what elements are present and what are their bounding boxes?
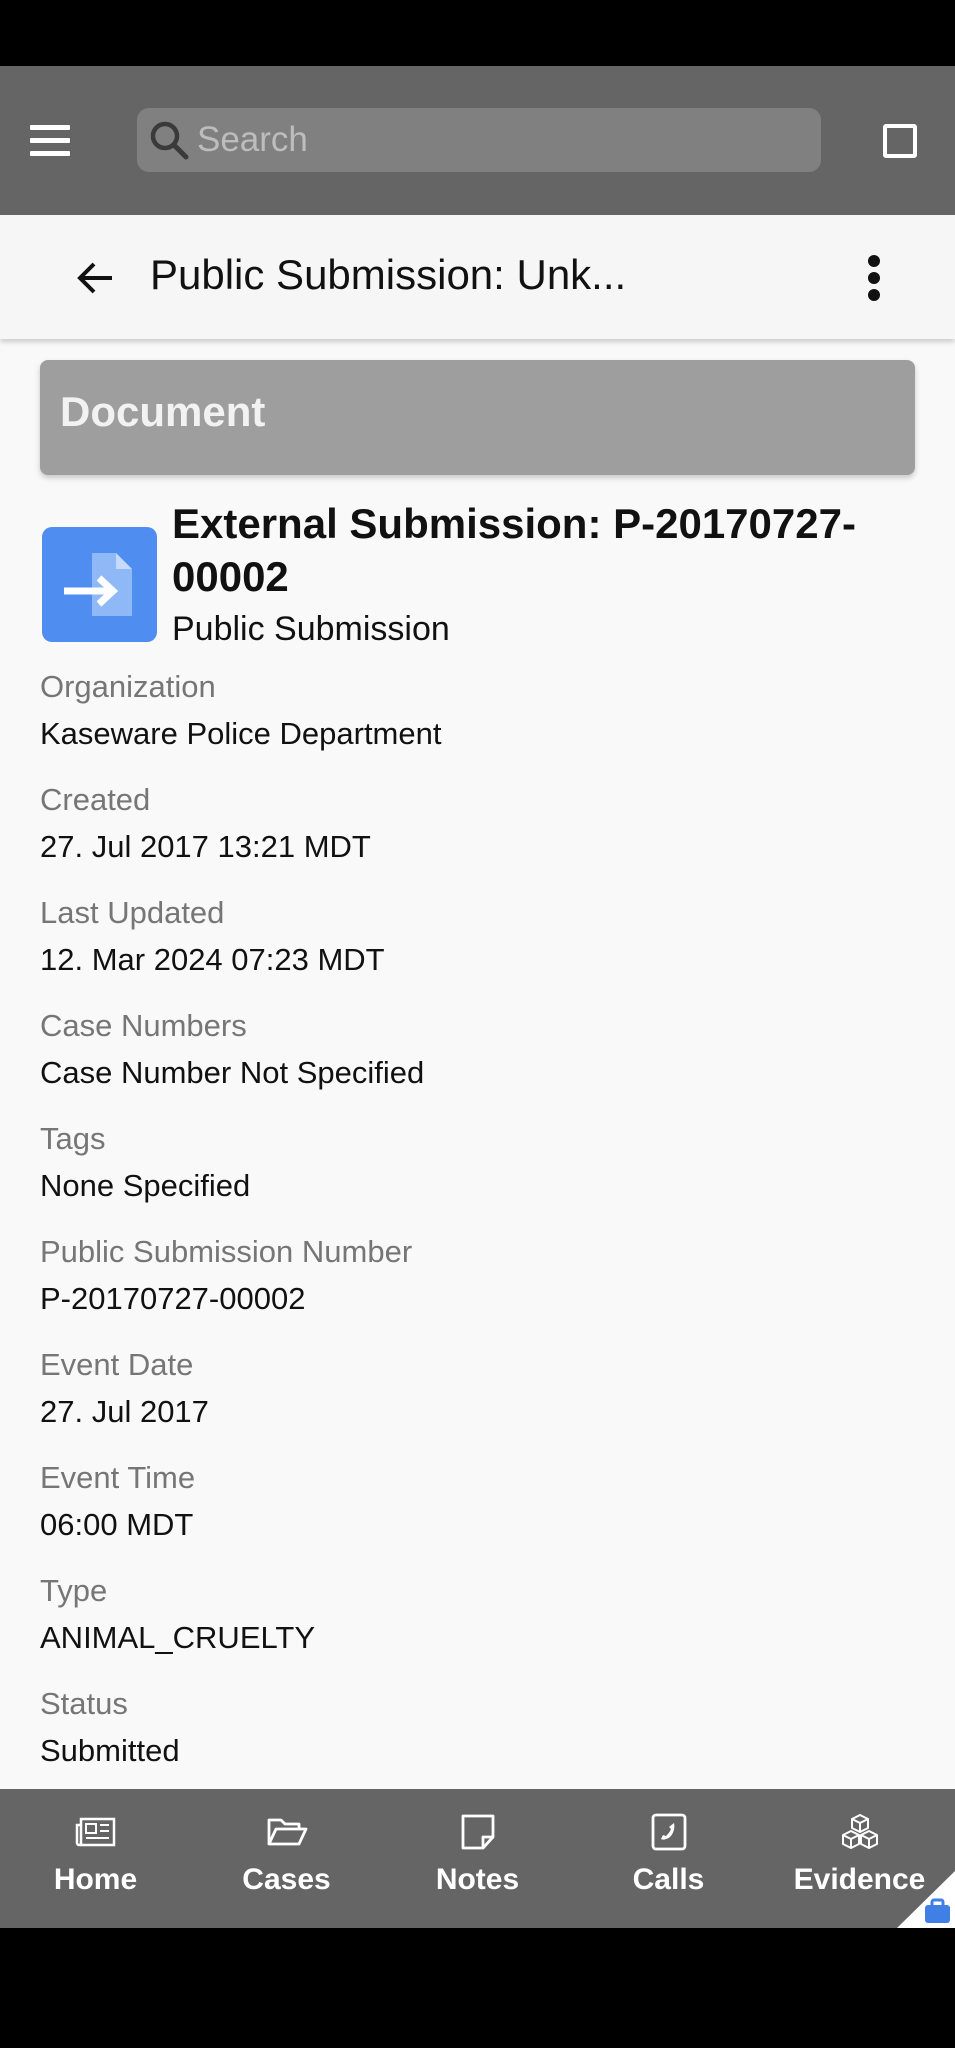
search-icon	[150, 121, 189, 160]
field-label-status: Status	[40, 1686, 128, 1721]
nav-calls-label: Calls	[632, 1863, 705, 1896]
section-header: Document	[40, 360, 915, 475]
system-navigation-bar	[0, 1928, 955, 2048]
field-label-organization: Organization	[40, 669, 216, 704]
field-label-type: Type	[40, 1573, 108, 1608]
search-input[interactable]	[197, 108, 797, 172]
menu-button[interactable]	[26, 118, 74, 162]
section-header-label: Document	[60, 388, 266, 435]
field-value-public-submission-number: P-20170727-00002	[40, 1281, 306, 1316]
briefcase-corner-icon[interactable]	[897, 1871, 955, 1928]
document-subtype: Public Submission	[172, 610, 450, 648]
field-label-event-time: Event Time	[40, 1460, 196, 1495]
cubes-icon	[842, 1814, 878, 1849]
field-label-case-numbers: Case Numbers	[40, 1008, 247, 1043]
window-square-button[interactable]	[883, 124, 917, 158]
field-value-event-date: 27. Jul 2017	[40, 1394, 209, 1429]
field-value-type: ANIMAL_CRUELTY	[40, 1620, 316, 1655]
document-arrow-icon	[42, 527, 157, 642]
nav-calls[interactable]: Calls	[573, 1789, 764, 1928]
field-value-status: Submitted	[40, 1733, 180, 1768]
document-heading: External Submission: P-20170727-00002	[172, 500, 856, 600]
page-title: Public Submission: Unk...	[150, 251, 627, 298]
field-value-case-numbers: Case Number Not Specified	[40, 1055, 425, 1090]
status-bar	[0, 0, 955, 66]
field-label-created: Created	[40, 782, 151, 817]
field-label-event-date: Event Date	[40, 1347, 194, 1382]
field-value-organization: Kaseware Police Department	[40, 716, 442, 751]
nav-home[interactable]: Home	[0, 1789, 191, 1928]
nav-notes[interactable]: Notes	[382, 1789, 573, 1928]
nav-notes-label: Notes	[435, 1863, 520, 1896]
back-arrow-icon[interactable]	[70, 253, 120, 303]
newspaper-icon	[75, 1817, 116, 1847]
field-value-created: 27. Jul 2017 13:21 MDT	[40, 829, 371, 864]
more-options-icon[interactable]	[858, 253, 890, 303]
note-icon	[461, 1814, 495, 1850]
folder-open-icon	[267, 1818, 308, 1846]
bottom-navigation: Home Cases Notes Calls Evidence	[0, 1789, 955, 1928]
nav-cases[interactable]: Cases	[191, 1789, 382, 1928]
search-bar[interactable]	[137, 108, 821, 172]
field-value-event-time: 06:00 MDT	[40, 1507, 194, 1542]
field-label-last-updated: Last Updated	[40, 895, 225, 930]
field-value-tags: None Specified	[40, 1168, 251, 1203]
field-label-public-submission-number: Public Submission Number	[40, 1234, 413, 1269]
nav-cases-label: Cases	[242, 1863, 331, 1896]
phone-icon	[651, 1813, 687, 1851]
document-content: Public Submission: Unk... Document Exter…	[0, 215, 955, 1789]
field-value-last-updated: 12. Mar 2024 07:23 MDT	[40, 942, 385, 977]
hamburger-icon	[30, 125, 70, 130]
nav-home-label: Home	[53, 1863, 138, 1896]
title-bar: Public Submission: Unk...	[0, 215, 955, 339]
top-app-bar	[0, 66, 955, 215]
field-label-tags: Tags	[40, 1121, 106, 1156]
